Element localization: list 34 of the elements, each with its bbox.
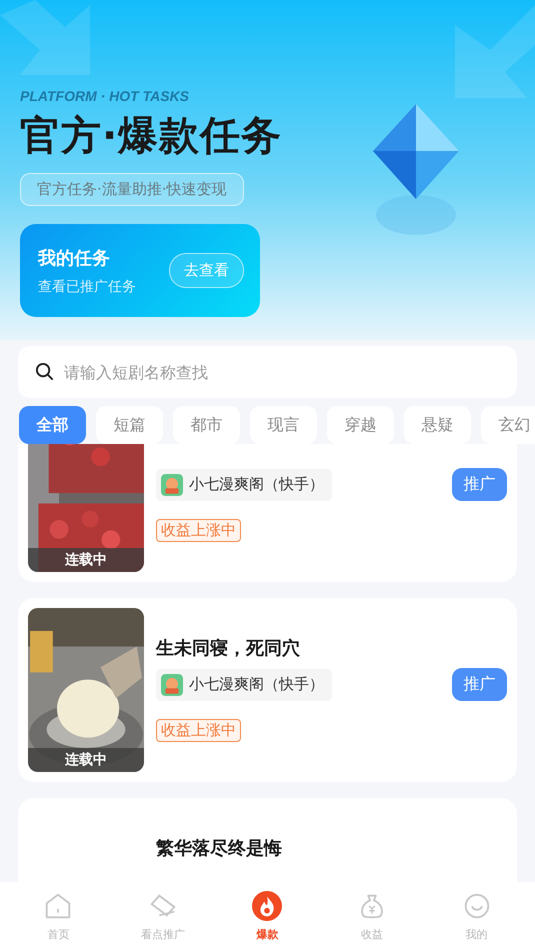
category-tab[interactable]: 玄幻 xyxy=(481,406,535,444)
category-tab[interactable]: 短篇 xyxy=(96,406,163,444)
header-subtitle: 官方任务·流量助推·快速变现 xyxy=(20,173,244,206)
app-icon xyxy=(161,474,183,496)
earnings-rising-tag: 收益上涨中 xyxy=(156,719,241,742)
source-name: 小七漫爽阁（快手） xyxy=(189,675,324,694)
tab-bar-item[interactable]: 首页 xyxy=(13,882,104,951)
tab-bar-item[interactable]: 我的 xyxy=(432,882,522,951)
my-tasks-subtitle: 查看已推广任务 xyxy=(38,278,136,296)
tab-bar-item[interactable]: 爆款 xyxy=(222,882,312,951)
header-eyebrow: PLATFORM · HOT TASKS xyxy=(20,88,190,104)
diamond-icon xyxy=(373,104,459,235)
category-tab[interactable]: 现言 xyxy=(250,406,317,444)
category-tab[interactable]: 悬疑 xyxy=(404,406,471,444)
tab-bar-item[interactable]: 看点推广 xyxy=(118,882,208,951)
drama-title: 繁华落尽终是悔 xyxy=(156,837,282,861)
serial-status: 连载中 xyxy=(28,548,144,572)
tab-bar-item[interactable]: 收益 xyxy=(327,882,418,951)
promote-button[interactable]: 推广 xyxy=(452,468,507,501)
my-tasks-title: 我的任务 xyxy=(38,246,111,270)
source-name: 小七漫爽阁（快手） xyxy=(189,475,324,494)
flame-icon xyxy=(252,891,282,921)
category-tab[interactable]: 穿越 xyxy=(327,406,394,444)
app-icon xyxy=(161,674,183,696)
category-tab[interactable]: 全部 xyxy=(19,406,86,444)
page-title: 官方·爆款任务 xyxy=(20,112,282,161)
serial-status: 连载中 xyxy=(28,748,144,772)
earnings-rising-tag: 收益上涨中 xyxy=(156,519,241,542)
search-field[interactable]: 请输入短剧名称查找 xyxy=(18,346,517,398)
view-button[interactable]: 去查看 xyxy=(169,253,244,288)
promote-button[interactable]: 推广 xyxy=(452,668,507,701)
search-icon xyxy=(35,362,54,381)
drama-title: 生未同寝，死同穴 xyxy=(156,637,300,661)
category-tab[interactable]: 都市 xyxy=(173,406,240,444)
